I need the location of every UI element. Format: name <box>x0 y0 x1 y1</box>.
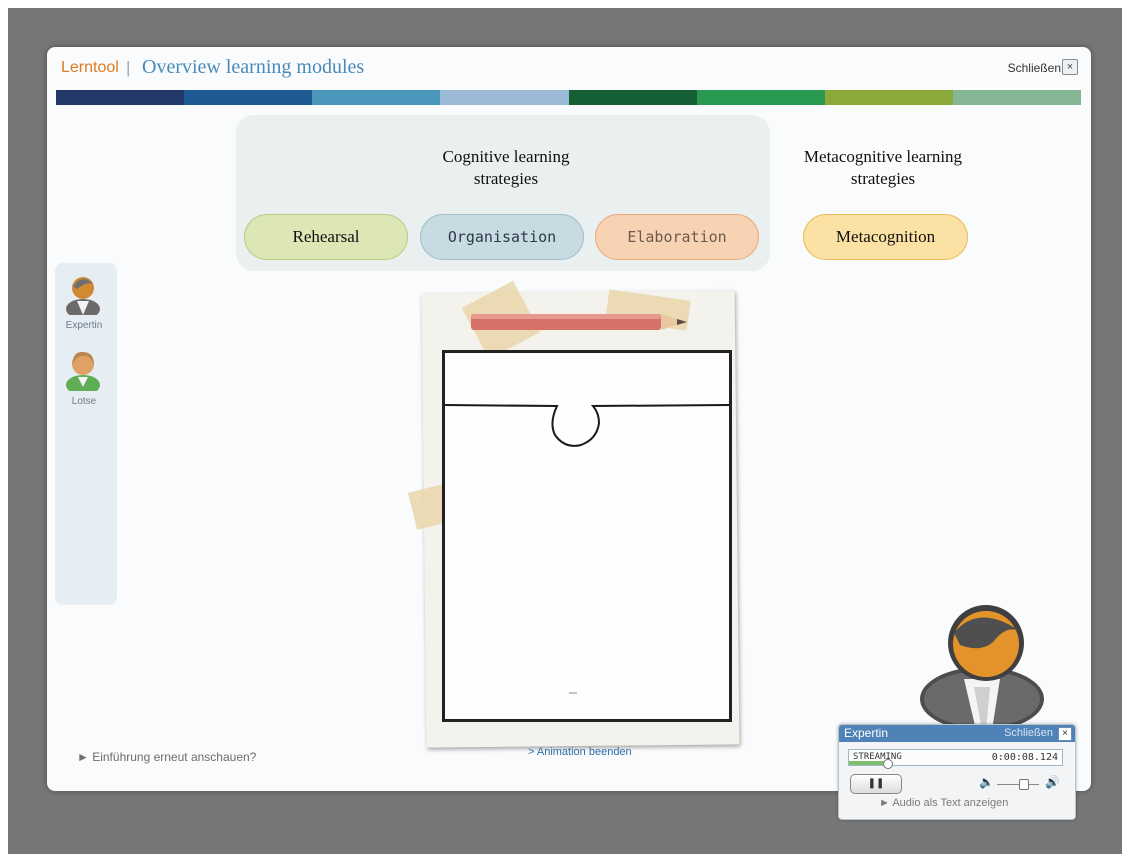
stream-progress-bar[interactable]: STREAMING 0:00:08.124 <box>848 749 1063 769</box>
expert-avatar-large-icon[interactable] <box>916 595 1048 730</box>
player-close-link[interactable]: Schließen <box>1004 727 1053 739</box>
module-organisation-button[interactable]: Organisation <box>420 214 584 260</box>
close-icon[interactable]: × <box>1062 59 1078 75</box>
app-name: Lerntool <box>61 59 119 76</box>
expert-avatar-icon[interactable] <box>65 273 101 315</box>
guide-avatar-icon[interactable] <box>65 349 101 391</box>
volume-low-icon[interactable]: 🔈 <box>979 775 994 789</box>
sidebar-item-lotse[interactable]: Lotse <box>55 396 113 407</box>
volume-slider-handle[interactable] <box>1019 779 1030 790</box>
puzzle-frame <box>442 350 732 722</box>
sidebar: Expertin Lotse <box>55 263 117 605</box>
volume-high-icon[interactable]: 🔊 <box>1045 775 1060 789</box>
player-header: Expertin Schließen × <box>839 725 1075 742</box>
stream-time: 0:00:08.124 <box>991 752 1058 763</box>
close-window-link[interactable]: Schließen <box>1008 61 1061 75</box>
end-animation-link[interactable]: > Animation beenden <box>528 746 632 758</box>
volume-slider[interactable] <box>997 784 1039 785</box>
metacognitive-strategies-heading: Metacognitive learning strategies <box>803 147 963 188</box>
color-bar-segment <box>56 90 185 105</box>
color-bar-segment <box>696 90 825 105</box>
stream-scrubber-handle[interactable] <box>883 759 894 769</box>
color-bar-segment <box>568 90 697 105</box>
color-bar-segment <box>952 90 1081 105</box>
color-bar-segment <box>440 90 569 105</box>
page-title: Overview learning modules <box>142 56 365 78</box>
cognitive-strategies-heading: Cognitive learning strategies <box>442 147 570 188</box>
pencil-icon <box>471 314 687 330</box>
audio-player: Expertin Schließen × STREAMING 0:00:08.1… <box>838 724 1076 820</box>
player-close-icon[interactable]: × <box>1058 727 1072 741</box>
module-rehearsal-button[interactable]: Rehearsal <box>244 214 408 260</box>
title-separator: | <box>126 58 131 77</box>
color-bar-segment <box>184 90 313 105</box>
audio-as-text-link[interactable]: ► Audio als Text anzeigen <box>879 797 1008 809</box>
stream-status: STREAMING <box>853 752 902 762</box>
pause-button[interactable]: ❚❚ <box>850 774 902 794</box>
module-metacognition-button[interactable]: Metacognition <box>803 214 968 260</box>
intro-replay-link[interactable]: ► Einführung erneut anschauen? <box>77 750 256 764</box>
puzzle-drawing <box>444 404 730 694</box>
module-elaboration-button[interactable]: Elaboration <box>595 214 759 260</box>
color-bar-segment <box>824 90 953 105</box>
player-title: Expertin <box>844 726 889 740</box>
sidebar-item-expertin[interactable]: Expertin <box>55 320 113 331</box>
color-bar-segment <box>312 90 441 105</box>
color-bar <box>56 90 1081 105</box>
